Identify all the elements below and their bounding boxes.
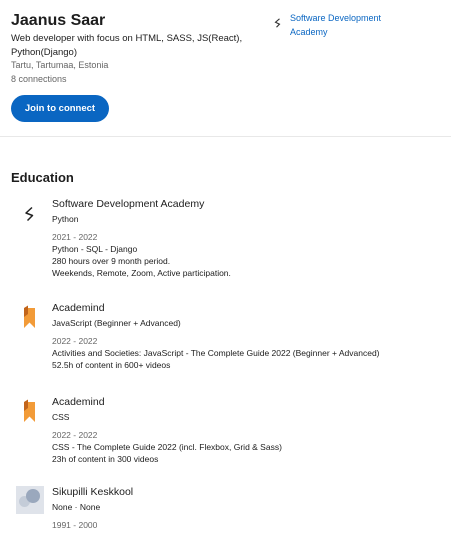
academind-bookmark-icon[interactable] (16, 302, 44, 330)
school-name[interactable]: Academind (52, 302, 442, 315)
current-company-name[interactable]: Software Development Academy (290, 11, 400, 39)
degree-name: None · None (52, 502, 101, 512)
school-placeholder-icon[interactable] (16, 486, 44, 514)
description-line: 280 hours over 9 month period. (52, 256, 171, 266)
academind-bookmark-icon[interactable] (16, 396, 44, 424)
sda-logo-icon[interactable] (16, 198, 44, 226)
description-line: Python - SQL - Django (52, 244, 138, 254)
degree-name: Python (52, 214, 79, 224)
school-name[interactable]: Software Development Academy (52, 198, 442, 211)
description-line: 52.5h of content in 600+ videos (52, 360, 171, 370)
join-to-connect-button[interactable]: Join to connect (11, 95, 109, 122)
school-name[interactable]: Sikupilli Keskkool (52, 486, 442, 499)
description-line: CSS - The Complete Guide 2022 (incl. Fle… (52, 442, 282, 452)
education-section-title: Education (11, 170, 74, 185)
degree-name: CSS (52, 412, 70, 422)
profile-location: Tartu, Tartumaa, Estonia (11, 60, 109, 70)
description-line: Weekends, Remote, Zoom, Active participa… (52, 268, 231, 278)
sda-logo-icon (274, 18, 282, 28)
profile-connections: 8 connections (11, 74, 67, 84)
description-line: 23h of content in 300 videos (52, 454, 159, 464)
profile-name: Jaanus Saar (11, 12, 106, 29)
date-range: 2022 - 2022 (52, 430, 98, 440)
profile-headline: Web developer with focus on HTML, SASS, … (11, 33, 243, 58)
date-range: 2021 - 2022 (52, 232, 98, 242)
school-name[interactable]: Academind (52, 396, 442, 409)
profile-card: Jaanus Saar Web developer with focus on … (0, 0, 451, 137)
date-range: 1991 - 2000 (52, 520, 98, 530)
date-range: 2022 - 2022 (52, 336, 98, 346)
description-line: Activities and Societies: JavaScript - T… (52, 348, 380, 358)
degree-name: JavaScript (Beginner + Advanced) (52, 318, 181, 328)
current-company-link[interactable]: Software Development Academy (274, 11, 400, 39)
